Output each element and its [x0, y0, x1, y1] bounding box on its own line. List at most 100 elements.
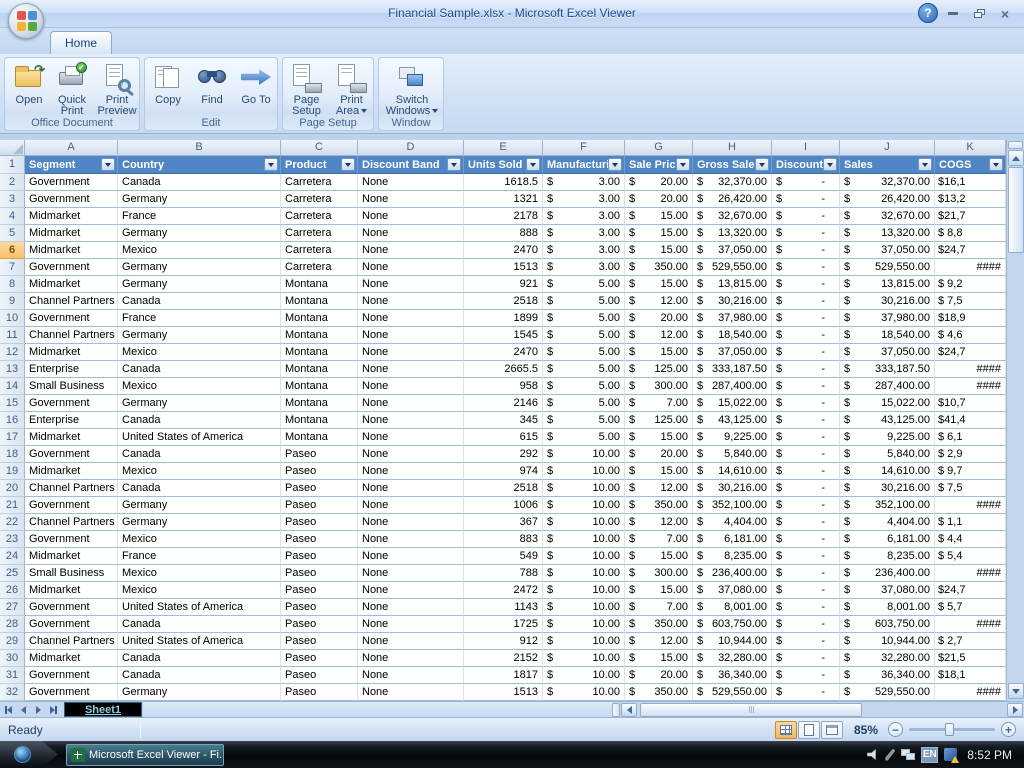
network-icon[interactable]: [901, 749, 915, 761]
cell[interactable]: Carretera: [281, 174, 358, 191]
cell[interactable]: Carretera: [281, 242, 358, 259]
column-header[interactable]: C: [281, 140, 358, 156]
cell[interactable]: $ 2,9: [935, 446, 1006, 463]
row-header[interactable]: 1: [0, 156, 25, 174]
cell[interactable]: Germany: [118, 276, 281, 293]
cell[interactable]: $12.00: [625, 633, 693, 650]
cell[interactable]: $15.00: [625, 208, 693, 225]
cell[interactable]: None: [358, 174, 464, 191]
cell[interactable]: Mexico: [118, 242, 281, 259]
cell[interactable]: Mexico: [118, 565, 281, 582]
cell[interactable]: Channel Partners: [25, 514, 118, 531]
cell[interactable]: Germany: [118, 327, 281, 344]
row-header[interactable]: 17: [0, 429, 25, 446]
cell[interactable]: $ 8,8: [935, 225, 1006, 242]
cell[interactable]: $6,181.00: [693, 531, 772, 548]
horizontal-scrollbar[interactable]: [620, 702, 1024, 718]
cell[interactable]: $37,050.00: [840, 242, 935, 259]
cell[interactable]: $5,840.00: [840, 446, 935, 463]
last-sheet-button[interactable]: [46, 703, 60, 717]
cell[interactable]: Canada: [118, 293, 281, 310]
cell[interactable]: Carretera: [281, 191, 358, 208]
cell[interactable]: ####: [935, 616, 1006, 633]
cell[interactable]: Channel Partners: [25, 633, 118, 650]
print-preview-button[interactable]: Print Preview: [94, 62, 140, 116]
previous-sheet-button[interactable]: [16, 703, 30, 717]
cell[interactable]: $ 7,5: [935, 293, 1006, 310]
cell[interactable]: ####: [935, 497, 1006, 514]
cell[interactable]: $-: [772, 497, 840, 514]
split-handle[interactable]: [612, 703, 620, 717]
row-header[interactable]: 16: [0, 412, 25, 429]
filter-dropdown-button[interactable]: [264, 158, 278, 171]
cell[interactable]: $30,216.00: [693, 293, 772, 310]
column-header[interactable]: I: [772, 140, 840, 156]
cell[interactable]: $3.00: [543, 259, 625, 276]
cell[interactable]: $30,216.00: [840, 293, 935, 310]
cell[interactable]: None: [358, 378, 464, 395]
cell[interactable]: $10.00: [543, 446, 625, 463]
cell[interactable]: $603,750.00: [840, 616, 935, 633]
cell[interactable]: $236,400.00: [840, 565, 935, 582]
cell[interactable]: Paseo: [281, 548, 358, 565]
row-header[interactable]: 11: [0, 327, 25, 344]
cell[interactable]: Government: [25, 259, 118, 276]
cell[interactable]: $26,420.00: [840, 191, 935, 208]
cell[interactable]: Carretera: [281, 208, 358, 225]
table-header-cell[interactable]: Units Sold: [464, 156, 543, 174]
row-header[interactable]: 7: [0, 259, 25, 276]
cell[interactable]: Government: [25, 191, 118, 208]
cell[interactable]: $300.00: [625, 378, 693, 395]
office-button[interactable]: [8, 3, 44, 39]
row-header[interactable]: 8: [0, 276, 25, 293]
cell[interactable]: $-: [772, 548, 840, 565]
column-header[interactable]: F: [543, 140, 625, 156]
cell[interactable]: None: [358, 361, 464, 378]
cell[interactable]: Small Business: [25, 565, 118, 582]
cell[interactable]: $-: [772, 429, 840, 446]
language-indicator[interactable]: EN: [921, 747, 938, 763]
cell[interactable]: $15.00: [625, 429, 693, 446]
cell[interactable]: None: [358, 259, 464, 276]
find-button[interactable]: Find: [191, 62, 233, 116]
cell[interactable]: 2470: [464, 242, 543, 259]
cell[interactable]: Carretera: [281, 259, 358, 276]
cell[interactable]: $-: [772, 514, 840, 531]
row-header[interactable]: 18: [0, 446, 25, 463]
cell[interactable]: $ 2,7: [935, 633, 1006, 650]
cell[interactable]: None: [358, 650, 464, 667]
cell[interactable]: Midmarket: [25, 582, 118, 599]
tab-home[interactable]: Home: [50, 31, 112, 54]
cell[interactable]: None: [358, 582, 464, 599]
cell[interactable]: $24,7: [935, 344, 1006, 361]
cell[interactable]: $125.00: [625, 361, 693, 378]
cell[interactable]: Mexico: [118, 344, 281, 361]
cell[interactable]: $10.00: [543, 582, 625, 599]
cell[interactable]: $8,235.00: [840, 548, 935, 565]
cell[interactable]: None: [358, 310, 464, 327]
cell[interactable]: $9,225.00: [693, 429, 772, 446]
cell[interactable]: None: [358, 208, 464, 225]
cell[interactable]: Germany: [118, 514, 281, 531]
cell[interactable]: $24,7: [935, 242, 1006, 259]
cell[interactable]: $-: [772, 480, 840, 497]
cell[interactable]: $-: [772, 276, 840, 293]
cell[interactable]: 1817: [464, 667, 543, 684]
column-header[interactable]: B: [118, 140, 281, 156]
column-header[interactable]: E: [464, 140, 543, 156]
close-button[interactable]: ×: [992, 5, 1018, 22]
print-area-button[interactable]: Print Area: [329, 62, 374, 116]
cell[interactable]: None: [358, 463, 464, 480]
copy-button[interactable]: Copy: [147, 62, 189, 116]
select-all-corner[interactable]: [0, 140, 25, 156]
cell[interactable]: $-: [772, 463, 840, 480]
cell[interactable]: ####: [935, 684, 1006, 701]
cell[interactable]: None: [358, 548, 464, 565]
row-header[interactable]: 6: [0, 242, 25, 259]
cell[interactable]: $13,2: [935, 191, 1006, 208]
filter-dropdown-button[interactable]: [101, 158, 115, 171]
cell[interactable]: $-: [772, 616, 840, 633]
first-sheet-button[interactable]: [1, 703, 15, 717]
cell[interactable]: 1725: [464, 616, 543, 633]
cell[interactable]: Government: [25, 310, 118, 327]
